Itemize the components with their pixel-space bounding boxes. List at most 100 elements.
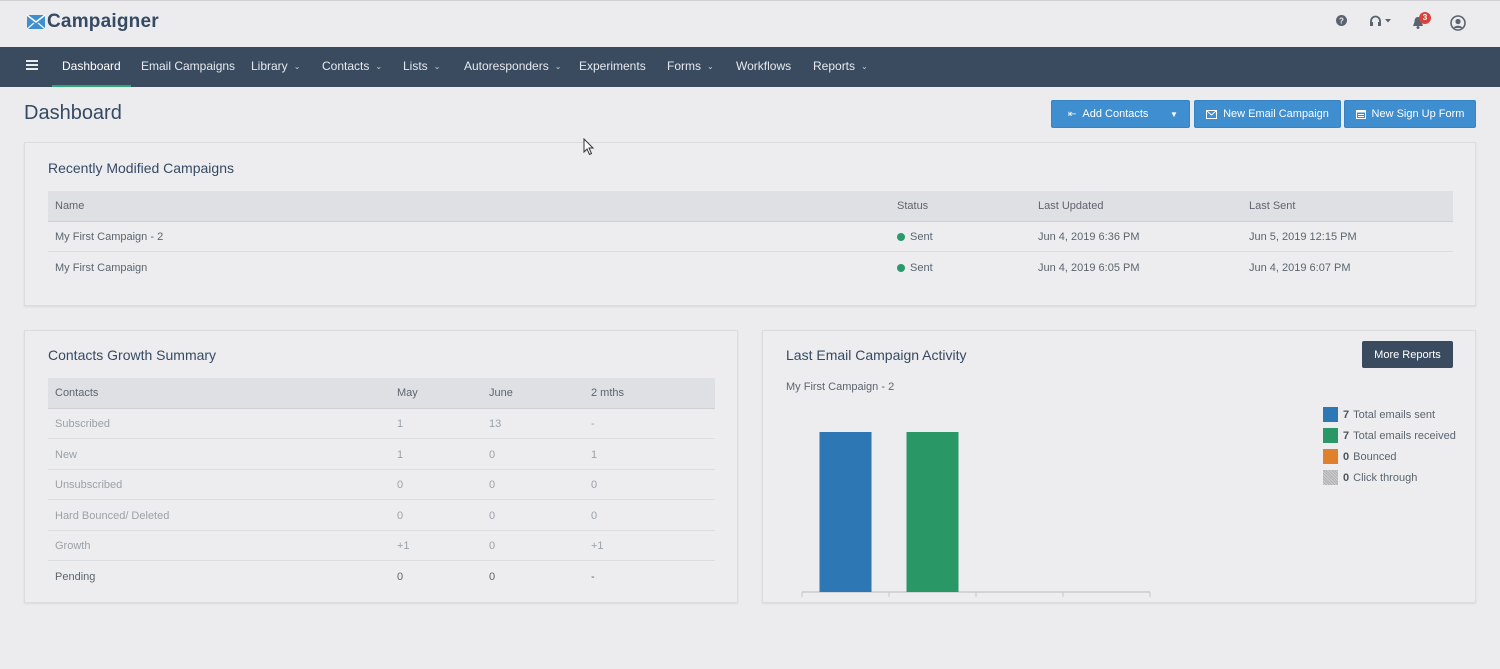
column-header-last-sent[interactable]: Last Sent [1249, 191, 1295, 221]
nav-experiments[interactable]: Experiments [579, 47, 646, 87]
chevron-down-icon: ⌄ [861, 62, 868, 71]
column-header-status[interactable]: Status [897, 191, 928, 221]
user-menu[interactable] [1450, 15, 1466, 31]
legend-swatch [1323, 428, 1338, 443]
nav-label: Workflows [736, 59, 792, 73]
user-avatar-icon [1450, 15, 1466, 31]
nav-contacts[interactable]: Contacts ⌄ [322, 47, 382, 87]
legend-item-click-through: 0 Click through [1323, 467, 1456, 488]
status-text: Sent [910, 231, 933, 243]
envelope-icon [1206, 109, 1218, 119]
chevron-down-icon: ⌄ [707, 62, 714, 71]
chevron-down-icon: ⌄ [293, 62, 301, 71]
add-contacts-label: Add Contacts [1082, 108, 1149, 120]
new-email-campaign-button[interactable]: New Email Campaign [1194, 100, 1341, 128]
legend-item-bounced: 0 Bounced [1323, 446, 1456, 467]
add-contacts-dropdown-toggle[interactable]: ▼ [1159, 101, 1189, 127]
nav-reports[interactable]: Reports ⌄ [813, 47, 868, 87]
svg-text:?: ? [1339, 17, 1344, 26]
table-row: Hard Bounced/ Deleted 0 0 0 [48, 501, 715, 531]
hamburger-menu-icon[interactable] [26, 60, 38, 72]
add-contacts-icon: ⇤ [1068, 108, 1077, 120]
nav-label: Contacts [322, 59, 370, 73]
column-header-last-updated[interactable]: Last Updated [1038, 191, 1103, 221]
nav-label: Experiments [579, 59, 646, 73]
nav-forms[interactable]: Forms ⌄ [667, 47, 714, 87]
two-months-value: - [591, 571, 595, 583]
logo[interactable]: Campaigner [27, 11, 159, 33]
contacts-growth-title: Contacts Growth Summary [48, 347, 217, 363]
recent-campaigns-title: Recently Modified Campaigns [48, 160, 234, 176]
add-contacts-button[interactable]: ⇤ Add Contacts ▼ [1051, 100, 1190, 128]
nav-email-campaigns[interactable]: Email Campaigns [141, 47, 235, 87]
campaign-name: My First Campaign - 2 [786, 381, 895, 393]
legend-swatch [1323, 470, 1338, 485]
status-badge: Sent [897, 222, 933, 252]
bar-total-emails-received[interactable] [906, 432, 959, 592]
bar-total-emails-sent[interactable] [819, 432, 872, 592]
nav-autoresponders[interactable]: Autoresponders ⌄ [464, 47, 561, 87]
may-value: +1 [397, 540, 410, 552]
column-header-name[interactable]: Name [55, 191, 84, 221]
table-row: Unsubscribed 0 0 0 [48, 470, 715, 500]
table-row: New 1 0 1 [48, 440, 715, 470]
column-header-2-mths: 2 mths [591, 387, 625, 399]
table-row: Pending 0 0 - [48, 562, 715, 592]
june-value: 0 [489, 510, 496, 522]
more-reports-button[interactable]: More Reports [1362, 341, 1453, 368]
status-badge: Sent [897, 253, 933, 283]
table-row[interactable]: My First Campaign - 2 Sent Jun 4, 2019 6… [48, 222, 1453, 252]
may-value: 1 [397, 418, 404, 430]
new-sign-up-form-button[interactable]: New Sign Up Form [1344, 100, 1476, 128]
new-sign-up-form-label: New Sign Up Form [1371, 108, 1465, 120]
nav-label: Email Campaigns [141, 59, 236, 73]
nav-workflows[interactable]: Workflows [736, 47, 791, 87]
nav-lists[interactable]: Lists ⌄ [403, 47, 440, 87]
chevron-down-icon: ⌄ [554, 62, 562, 71]
table-header: Name Status Last Updated Last Sent [48, 191, 1453, 222]
legend-value: 7 [1343, 408, 1350, 421]
new-email-campaign-label: New Email Campaign [1223, 108, 1329, 120]
campaign-name[interactable]: My First Campaign [55, 253, 147, 283]
nav-dashboard[interactable]: Dashboard [52, 47, 131, 87]
june-value: 0 [489, 449, 496, 461]
row-label: New [55, 449, 78, 461]
page-title: Dashboard [24, 102, 122, 124]
two-months-value: 1 [591, 449, 598, 461]
legend-item-sent: 7 Total emails sent [1323, 404, 1456, 425]
may-value: 0 [397, 510, 404, 522]
notifications-button[interactable]: 3 [1412, 12, 1431, 29]
nav-label: Autoresponders [464, 59, 549, 73]
legend-swatch [1323, 449, 1338, 464]
row-label: Growth [55, 540, 91, 552]
column-header-june: June [489, 387, 513, 399]
caret-down-icon: ▼ [1170, 109, 1178, 119]
last-updated: Jun 4, 2019 6:05 PM [1038, 262, 1140, 274]
last-sent: Jun 4, 2019 6:07 PM [1249, 262, 1351, 274]
june-value: 0 [489, 571, 496, 583]
envelope-logo-icon [27, 15, 45, 29]
campaign-activity-title: Last Email Campaign Activity [786, 347, 967, 363]
legend-label: Bounced [1353, 450, 1397, 463]
support-menu[interactable] [1369, 15, 1392, 27]
help-button[interactable]: ? [1336, 15, 1347, 26]
table-row[interactable]: My First Campaign Sent Jun 4, 2019 6:05 … [48, 253, 1453, 283]
campaign-name[interactable]: My First Campaign - 2 [55, 222, 163, 252]
june-value: 0 [489, 479, 496, 491]
headset-icon [1370, 15, 1381, 26]
chart-legend: 7 Total emails sent 7 Total emails recei… [1323, 404, 1456, 488]
two-months-value: 0 [591, 479, 598, 491]
last-sent: Jun 5, 2019 12:15 PM [1249, 231, 1357, 243]
nav-label: Lists [403, 59, 428, 73]
legend-label: Total emails received [1353, 429, 1456, 442]
sent-status-icon [897, 233, 905, 241]
caret-down-icon [1385, 19, 1391, 23]
notification-badge: 3 [1419, 12, 1431, 24]
legend-value: 0 [1343, 471, 1350, 484]
main-nav: Dashboard Email Campaigns Library ⌄ Conta… [0, 47, 1500, 87]
legend-swatch [1323, 407, 1338, 422]
legend-item-received: 7 Total emails received [1323, 425, 1456, 446]
row-label: Unsubscribed [55, 479, 123, 491]
nav-library[interactable]: Library ⌄ [251, 47, 300, 87]
row-label: Pending [55, 571, 96, 583]
